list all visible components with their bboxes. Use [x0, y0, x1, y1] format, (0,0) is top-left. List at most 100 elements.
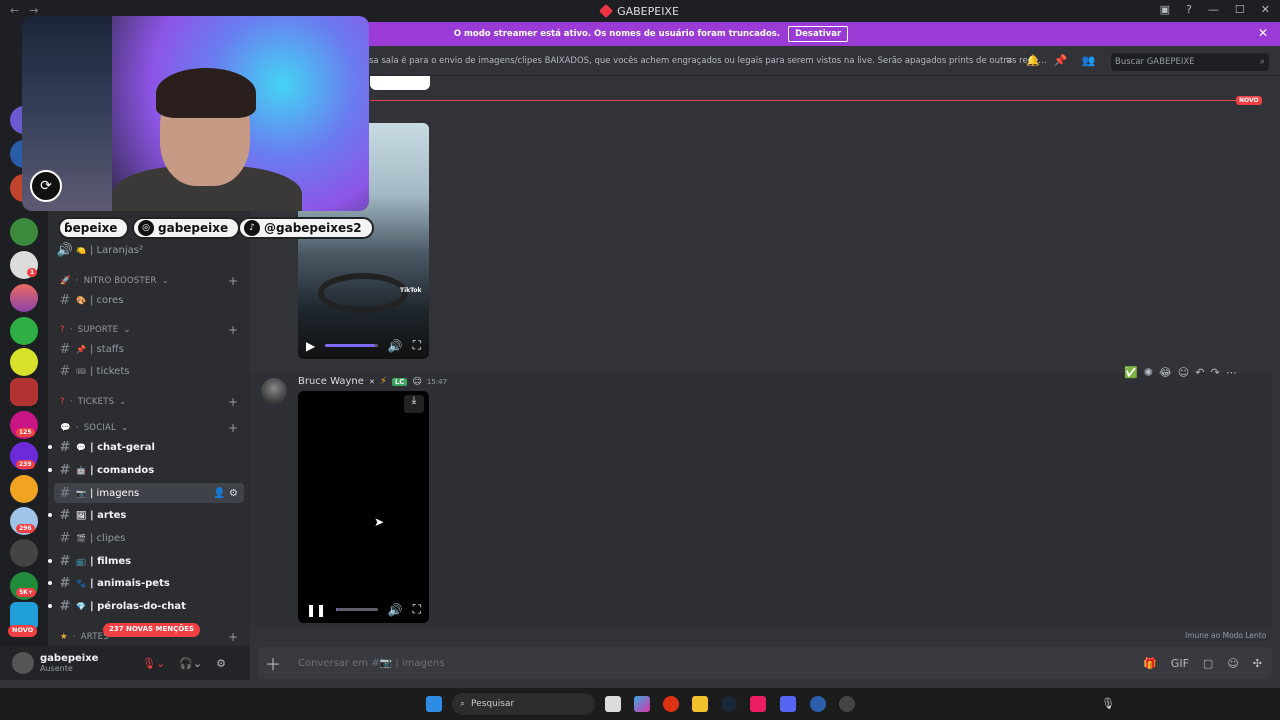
obs-icon[interactable] [839, 696, 855, 712]
fullscreen-icon[interactable]: ⛶ [413, 338, 421, 353]
category-tickets[interactable]: ? · TICKETS ⌄ + [60, 395, 238, 409]
category-nitro-booster[interactable]: 🚀 · NITRO BOOSTER ⌄ + [60, 274, 238, 288]
new-unreads-pill[interactable]: NOVO [8, 625, 38, 637]
add-attachment-icon[interactable]: ＋ [258, 651, 288, 675]
channel-animais-pets[interactable]: # 🐾 | animais-pets [48, 573, 244, 593]
channel-clipes[interactable]: # 🎬 | clipes [54, 528, 244, 548]
fullscreen-icon[interactable]: ⛶ [413, 602, 421, 617]
steam-icon[interactable] [721, 696, 737, 712]
instagram-icon: ◎ [138, 220, 154, 236]
gear-icon[interactable]: ⚙ [216, 657, 226, 670]
speech-icon: 💬 [76, 442, 86, 452]
pin-icon[interactable]: 📌 [1054, 54, 1068, 68]
inbox-icon[interactable]: ▣ [1160, 3, 1170, 16]
server-icon[interactable] [10, 539, 38, 567]
check-reaction-icon[interactable]: ✅ [1124, 366, 1138, 379]
channel-comandos[interactable]: # 🤖 | comandos [48, 460, 244, 480]
threads-icon[interactable]: ⌗ [1006, 54, 1012, 68]
video-progress[interactable] [325, 344, 378, 347]
chat-bubble-icon: 💬 [60, 423, 71, 433]
category-social[interactable]: 💬 · SOCIAL ⌄ + [60, 421, 238, 435]
play-icon[interactable]: ▶ [306, 339, 315, 353]
add-channel-icon[interactable]: + [228, 421, 238, 435]
opera-icon[interactable] [663, 696, 679, 712]
hash-icon: # [59, 598, 71, 614]
video-player[interactable]: ⤓ ❚❚ 🔊 ⛶ [298, 391, 429, 623]
volume-icon[interactable]: 🔊 [388, 603, 403, 617]
user-name: gabepeixe [40, 653, 99, 664]
app-icon[interactable] [810, 696, 826, 712]
category-suporte[interactable]: ? · SUPORTE ⌄ + [60, 323, 238, 337]
channel-topic[interactable]: sa sala é para o envio de imagens/clipes… [369, 56, 1046, 66]
discord-icon[interactable] [780, 696, 796, 712]
minimize-button[interactable]: — [1208, 3, 1219, 16]
channel-chat-geral[interactable]: # 💬 | chat-geral [48, 437, 244, 457]
server-icon[interactable] [10, 284, 38, 312]
server-icon[interactable] [10, 348, 38, 376]
channel-filmes[interactable]: # 📺 | filmes [48, 551, 244, 571]
emoji-icon[interactable]: ☺ [1227, 657, 1238, 670]
close-icon[interactable]: ✕ [1258, 26, 1268, 40]
help-icon[interactable]: ? [1186, 3, 1192, 16]
reaction-icon[interactable]: ✺ [1144, 366, 1153, 379]
server-icon[interactable] [10, 317, 38, 345]
gear-icon[interactable]: ⚙ [229, 488, 238, 499]
server-icon[interactable] [10, 218, 38, 246]
mic-muted-icon[interactable]: 🎙⌄ [142, 657, 165, 670]
clan-tag: LC [391, 377, 408, 386]
sticker-icon[interactable]: ▢ [1203, 657, 1213, 670]
add-channel-icon[interactable]: + [228, 323, 238, 337]
apps-icon[interactable]: ✣ [1253, 657, 1262, 670]
headphones-icon[interactable]: 🎧⌄ [179, 657, 202, 670]
channel-artes[interactable]: # 🖼 | artes [48, 505, 244, 525]
close-window-button[interactable]: ✕ [1261, 3, 1270, 16]
volume-icon[interactable]: 🔊 [388, 339, 403, 353]
add-reaction-icon[interactable]: ☺ [1178, 366, 1189, 379]
server-icon[interactable] [10, 378, 38, 406]
file-explorer-icon[interactable] [692, 696, 708, 712]
back-arrow-icon[interactable]: ← [10, 4, 19, 17]
copilot-icon[interactable] [634, 696, 650, 712]
gif-icon[interactable]: GIF [1171, 657, 1189, 670]
video-progress[interactable] [336, 608, 378, 611]
avatar[interactable] [261, 378, 287, 404]
channel-staffs[interactable]: # 📌 | staffs [54, 339, 244, 359]
channel-tickets[interactable]: # 🎟 | tickets [54, 361, 244, 381]
maximize-button[interactable]: ☐ [1235, 3, 1245, 16]
microphone-icon[interactable]: 🎙 [1101, 697, 1115, 710]
download-icon[interactable]: ⤓ [404, 395, 424, 413]
channel-imagens[interactable]: # 📷 | imagens 👤 ⚙ [54, 483, 244, 503]
add-channel-icon[interactable]: + [228, 274, 238, 288]
message-composer[interactable]: ＋ Conversar em #📷 | imagens 🎁 GIF ▢ ☺ ✣ [258, 647, 1272, 679]
disable-streamer-button[interactable]: Desativar [788, 26, 849, 42]
members-icon[interactable]: 👥 [1082, 54, 1096, 68]
forward-icon[interactable]: ↷ [1210, 366, 1219, 379]
search-input[interactable]: Buscar GABEPEIXE ⌕ [1111, 53, 1269, 71]
laugh-reaction-icon[interactable]: 😂 [1159, 366, 1172, 379]
author-name[interactable]: Bruce Wayne [298, 376, 364, 387]
channel-cores[interactable]: # 🎨 | cores [54, 290, 244, 310]
capcut-icon[interactable] [750, 696, 766, 712]
user-avatar[interactable] [12, 652, 34, 674]
gift-icon[interactable]: 🎁 [1143, 657, 1157, 670]
bell-icon[interactable]: 🔔 [1026, 54, 1040, 68]
channel-label: | animais-pets [90, 577, 170, 589]
webcam-person [156, 68, 256, 118]
add-channel-icon[interactable]: + [228, 630, 238, 644]
taskbar-search[interactable]: ⌕ Pesquisar [452, 693, 595, 715]
add-channel-icon[interactable]: + [228, 395, 238, 409]
reply-icon[interactable]: ↶ [1195, 366, 1204, 379]
channel-laranjas[interactable]: 🔊 🍋 | Laranjas² [54, 240, 244, 260]
task-view-icon[interactable] [605, 696, 621, 712]
windows-start-icon[interactable] [426, 696, 442, 712]
new-mentions-pill[interactable]: 237 NOVAS MENÇÕES [103, 623, 201, 637]
new-messages-label: NOVO [1236, 96, 1262, 105]
more-icon[interactable]: ⋯ [1226, 366, 1237, 379]
invite-icon[interactable]: 👤 [213, 488, 225, 499]
category-artes[interactable]: ★ · ARTES + [60, 630, 238, 644]
server-icon[interactable] [10, 475, 38, 503]
channel-perolas-do-chat[interactable]: # 💎 | pérolas-do-chat [48, 596, 244, 616]
robot-icon: 🤖 [76, 465, 86, 475]
user-info[interactable]: gabepeixe Ausente [40, 653, 98, 673]
pause-icon[interactable]: ❚❚ [306, 603, 326, 617]
